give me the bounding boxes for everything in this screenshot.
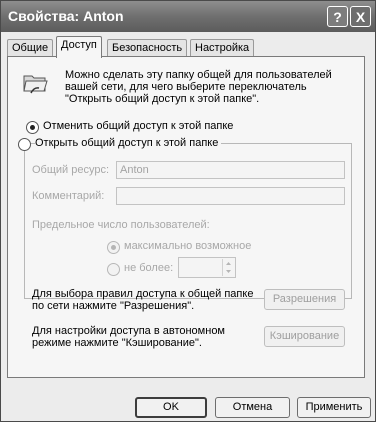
window-title: Свойства: Anton: [8, 8, 124, 24]
apply-button[interactable]: Применить: [297, 397, 371, 418]
spinner-arrows-icon: [226, 262, 231, 273]
close-button[interactable]: X: [350, 6, 371, 27]
ok-button[interactable]: OK: [135, 397, 207, 418]
permissions-button[interactable]: Разрешения: [264, 289, 345, 310]
limit-no-more-label: не более:: [124, 262, 174, 274]
limit-no-more-radio[interactable]: [107, 263, 120, 276]
user-limit-spinner[interactable]: [178, 257, 236, 278]
title-bar[interactable]: Свойства: Anton ? X: [1, 1, 375, 32]
caching-text: Для настройки доступа в автономном режим…: [32, 325, 225, 349]
spinner-arrows[interactable]: [222, 259, 234, 276]
unshare-label[interactable]: Отменить общий доступ к этой папке: [43, 120, 233, 132]
tab-sharing[interactable]: Доступ: [56, 36, 102, 58]
tab-customize[interactable]: Настройка: [190, 39, 255, 57]
share-name-field[interactable]: Anton: [116, 161, 345, 179]
sharing-panel: Можно сделать эту папку общей для пользо…: [7, 56, 365, 378]
comment-field[interactable]: [116, 187, 345, 205]
user-limit-label: Предельное число пользователей:: [32, 219, 210, 231]
properties-dialog: Свойства: Anton ? X Общие Доступ Безопас…: [0, 0, 376, 422]
cancel-button[interactable]: Отмена: [215, 397, 290, 418]
unshare-radio[interactable]: [26, 121, 39, 134]
tab-general[interactable]: Общие: [7, 39, 54, 57]
help-icon: ?: [333, 9, 342, 25]
limit-max-label: максимально возможное: [124, 240, 252, 252]
comment-label: Комментарий:: [32, 190, 105, 202]
share-label[interactable]: Открыть общий доступ к этой папке: [35, 137, 222, 149]
intro-text: Можно сделать эту папку общей для пользо…: [65, 69, 332, 105]
close-icon: X: [355, 9, 366, 25]
help-button[interactable]: ?: [327, 6, 348, 27]
share-radio[interactable]: [18, 138, 31, 151]
share-name-label: Общий ресурс:: [32, 164, 110, 176]
tab-security[interactable]: Безопасность: [107, 39, 188, 57]
permissions-text: Для выбора правил доступа к общей папке …: [32, 288, 254, 312]
limit-max-radio[interactable]: [107, 241, 120, 254]
caching-button[interactable]: Кэширование: [264, 326, 345, 347]
shared-folder-icon: [23, 75, 48, 94]
